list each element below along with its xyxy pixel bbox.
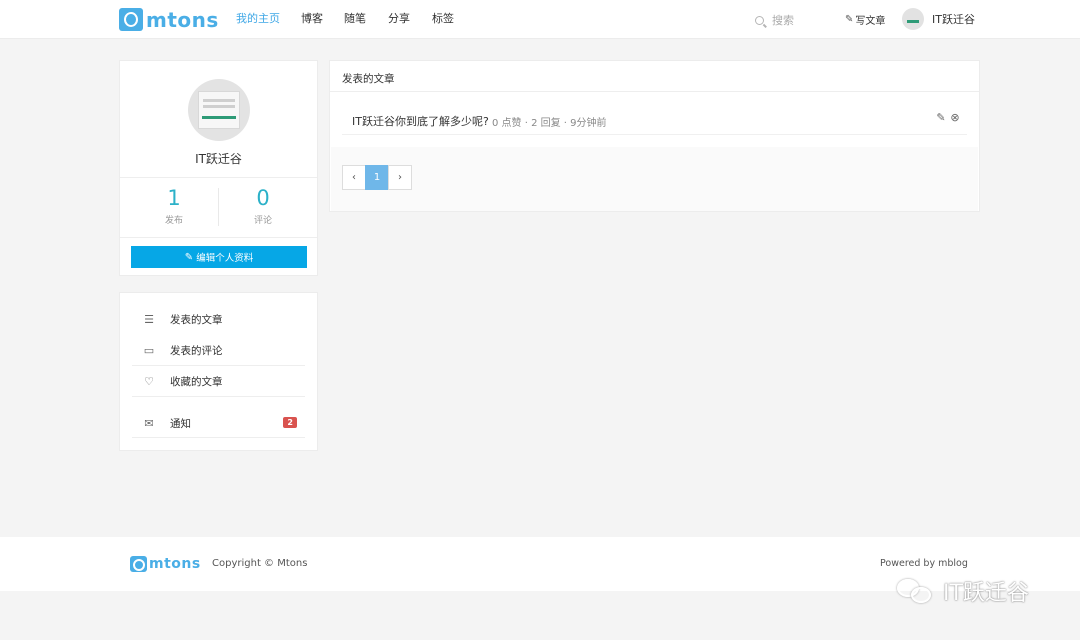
nav-link-share[interactable]: 分享 — [388, 12, 410, 26]
search-icon — [755, 15, 764, 25]
logo-icon — [119, 8, 143, 31]
user-menu[interactable]: IT跃迁谷 — [902, 8, 975, 30]
avatar-image — [198, 91, 240, 129]
panel-header: 发表的文章 — [330, 61, 979, 92]
user-name: IT跃迁谷 — [932, 13, 975, 26]
copyright-text: Copyright © Mtons — [212, 558, 308, 569]
avatar — [902, 8, 924, 30]
edit-profile-label: 编辑个人资料 — [196, 253, 254, 264]
nav-link-tags[interactable]: 标签 — [432, 12, 454, 26]
footer-logo-text: mtons — [149, 556, 201, 572]
next-page-button[interactable]: › — [388, 165, 412, 190]
pagination: ‹ 1 › — [342, 165, 412, 190]
divider — [132, 396, 305, 397]
divider — [132, 437, 305, 438]
mail-icon: ✉ — [144, 416, 154, 430]
prev-page-button[interactable]: ‹ — [342, 165, 366, 190]
write-article-button[interactable]: ✎ 写文章 — [845, 12, 885, 27]
search-input[interactable]: 搜索 — [772, 12, 794, 28]
stat-comments-label: 评论 — [253, 216, 272, 226]
stat-comments-value: 0 — [256, 186, 270, 210]
menu-item-notifications[interactable]: ✉ 通知 2 — [132, 409, 305, 437]
edit-icon: ✎ — [845, 14, 854, 25]
list-item: IT跃迁谷你到底了解多少呢? 0 点赞 · 2 回复 · 9分钟前 ✎ ⊗ — [342, 105, 967, 135]
menu-item-my-articles[interactable]: ☰ 发表的文章 — [132, 305, 305, 333]
watermark: IT跃迁谷 — [895, 575, 1029, 607]
search-box[interactable]: 搜索 — [755, 12, 794, 28]
article-title-link[interactable]: IT跃迁谷你到底了解多少呢? — [352, 113, 489, 129]
divider — [120, 177, 317, 178]
stat-posts-label: 发布 — [164, 216, 183, 226]
menu-item-label: 收藏的文章 — [170, 375, 223, 388]
top-navbar: mtons 我的主页 博客 随笔 分享 标签 搜索 ✎ 写文章 IT跃迁谷 — [0, 0, 1080, 39]
delete-icon[interactable]: ⊗ — [949, 112, 961, 124]
articles-panel: 发表的文章 IT跃迁谷你到底了解多少呢? 0 点赞 · 2 回复 · 9分钟前 … — [329, 60, 980, 212]
article-meta: 0 点赞 · 2 回复 · 9分钟前 — [492, 118, 607, 129]
article-actions: ✎ ⊗ — [933, 112, 961, 124]
nav-link-notes[interactable]: 随笔 — [344, 12, 366, 26]
site-logo[interactable]: mtons — [119, 7, 219, 32]
menu-item-favorites[interactable]: ♡ 收藏的文章 — [132, 367, 305, 395]
watermark-text: IT跃迁谷 — [943, 581, 1029, 606]
stat-posts-value: 1 — [167, 186, 181, 210]
edit-profile-button[interactable]: ✎ 编辑个人资料 — [131, 246, 307, 268]
menu-item-label: 发表的评论 — [170, 344, 223, 357]
heart-icon: ♡ — [144, 374, 154, 388]
stat-posts[interactable]: 1 发布 — [125, 185, 223, 226]
profile-card: IT跃迁谷 1 发布 0 评论 ✎ 编辑个人资料 — [119, 60, 318, 276]
menu-item-label: 发表的文章 — [170, 313, 223, 326]
edit-icon[interactable]: ✎ — [935, 112, 947, 124]
profile-avatar[interactable] — [188, 79, 250, 141]
logo-icon — [130, 556, 147, 572]
edit-icon: ✎ — [184, 251, 194, 263]
footer-logo[interactable]: mtons — [130, 556, 201, 572]
nav-link-home[interactable]: 我的主页 — [236, 12, 280, 26]
profile-name: IT跃迁谷 — [195, 152, 242, 166]
menu-item-label: 通知 — [170, 417, 191, 430]
logo-text: mtons — [146, 7, 219, 32]
notification-badge: 2 — [283, 417, 297, 428]
comment-icon: ▭ — [143, 343, 155, 357]
powered-by-text: Powered by mblog — [880, 558, 968, 569]
wechat-icon — [895, 577, 935, 605]
menu-item-my-comments[interactable]: ▭ 发表的评论 — [132, 336, 305, 364]
write-article-label: 写文章 — [855, 16, 886, 27]
user-menu-card: ☰ 发表的文章 ▭ 发表的评论 ♡ 收藏的文章 ✉ 通知 2 — [119, 292, 318, 451]
divider — [120, 237, 317, 238]
nav-link-blog[interactable]: 博客 — [301, 12, 323, 26]
panel-title: 发表的文章 — [342, 73, 395, 85]
pagination-area: ‹ 1 › — [331, 147, 978, 211]
page-button-current[interactable]: 1 — [365, 165, 389, 190]
divider — [132, 365, 305, 366]
stat-comments[interactable]: 0 评论 — [214, 185, 312, 226]
list-icon: ☰ — [144, 312, 154, 326]
